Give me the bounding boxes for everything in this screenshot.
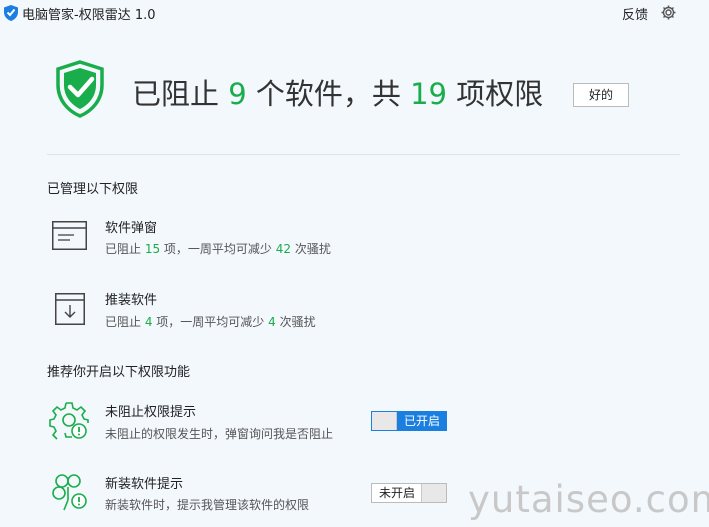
gear-alert-icon — [49, 402, 89, 440]
shield-logo-icon — [4, 5, 18, 21]
blocked-count: 9 — [228, 77, 247, 111]
summary-text-1: 已阻止 — [132, 77, 229, 111]
gear-icon[interactable] — [660, 4, 677, 21]
managed-section-title: 已管理以下权限 — [47, 182, 139, 197]
install-item-title: 推装软件 — [105, 293, 158, 308]
summary-text-3: 项权限 — [447, 77, 544, 111]
title-bar: 电脑管家-权限雷达 1.0 反馈 — [0, 0, 709, 26]
block-summary: 已阻止 9 个软件，共 19 项权限 — [132, 74, 543, 114]
toggle-knob — [421, 484, 446, 502]
popup-window-icon — [52, 221, 87, 250]
toggle-label: 未开启 — [378, 486, 415, 500]
divider — [47, 154, 680, 155]
popup-blocked-count: 15 — [144, 242, 161, 256]
popup-item-desc: 已阻止 15 项，一周平均可减少 42 次骚扰 — [105, 242, 331, 256]
new-install-hint-title: 新装软件提示 — [105, 477, 184, 492]
feedback-link[interactable]: 反馈 — [622, 4, 648, 23]
recommend-section-title: 推荐你开启以下权限功能 — [47, 365, 191, 380]
toggle-label: 已开启 — [397, 412, 447, 430]
popup-item-title: 软件弹窗 — [105, 221, 158, 236]
clover-alert-icon — [52, 474, 87, 511]
ok-button[interactable]: 好的 — [573, 83, 629, 107]
shield-check-icon — [56, 60, 104, 118]
new-install-hint-desc: 新装软件时，提示我管理该软件的权限 — [105, 498, 310, 512]
permission-count: 19 — [410, 77, 448, 111]
unblocked-hint-toggle[interactable]: 已开启 — [371, 411, 447, 431]
summary-text-2: 个软件，共 — [246, 77, 411, 111]
unblocked-hint-title: 未阻止权限提示 — [105, 405, 197, 420]
window-title: 电脑管家-权限雷达 1.0 — [22, 8, 156, 23]
install-item-desc: 已阻止 4 项，一周平均可减少 4 次骚扰 — [105, 315, 316, 329]
install-box-icon — [55, 293, 85, 325]
unblocked-hint-desc: 未阻止的权限发生时，弹窗询问我是否阻止 — [105, 427, 334, 441]
install-reduce-count: 4 — [268, 315, 276, 329]
watermark: yutaiseo.com — [468, 478, 709, 521]
new-install-hint-toggle[interactable]: 未开启 — [371, 483, 447, 503]
toggle-knob — [372, 412, 397, 430]
popup-reduce-count: 42 — [275, 242, 292, 256]
